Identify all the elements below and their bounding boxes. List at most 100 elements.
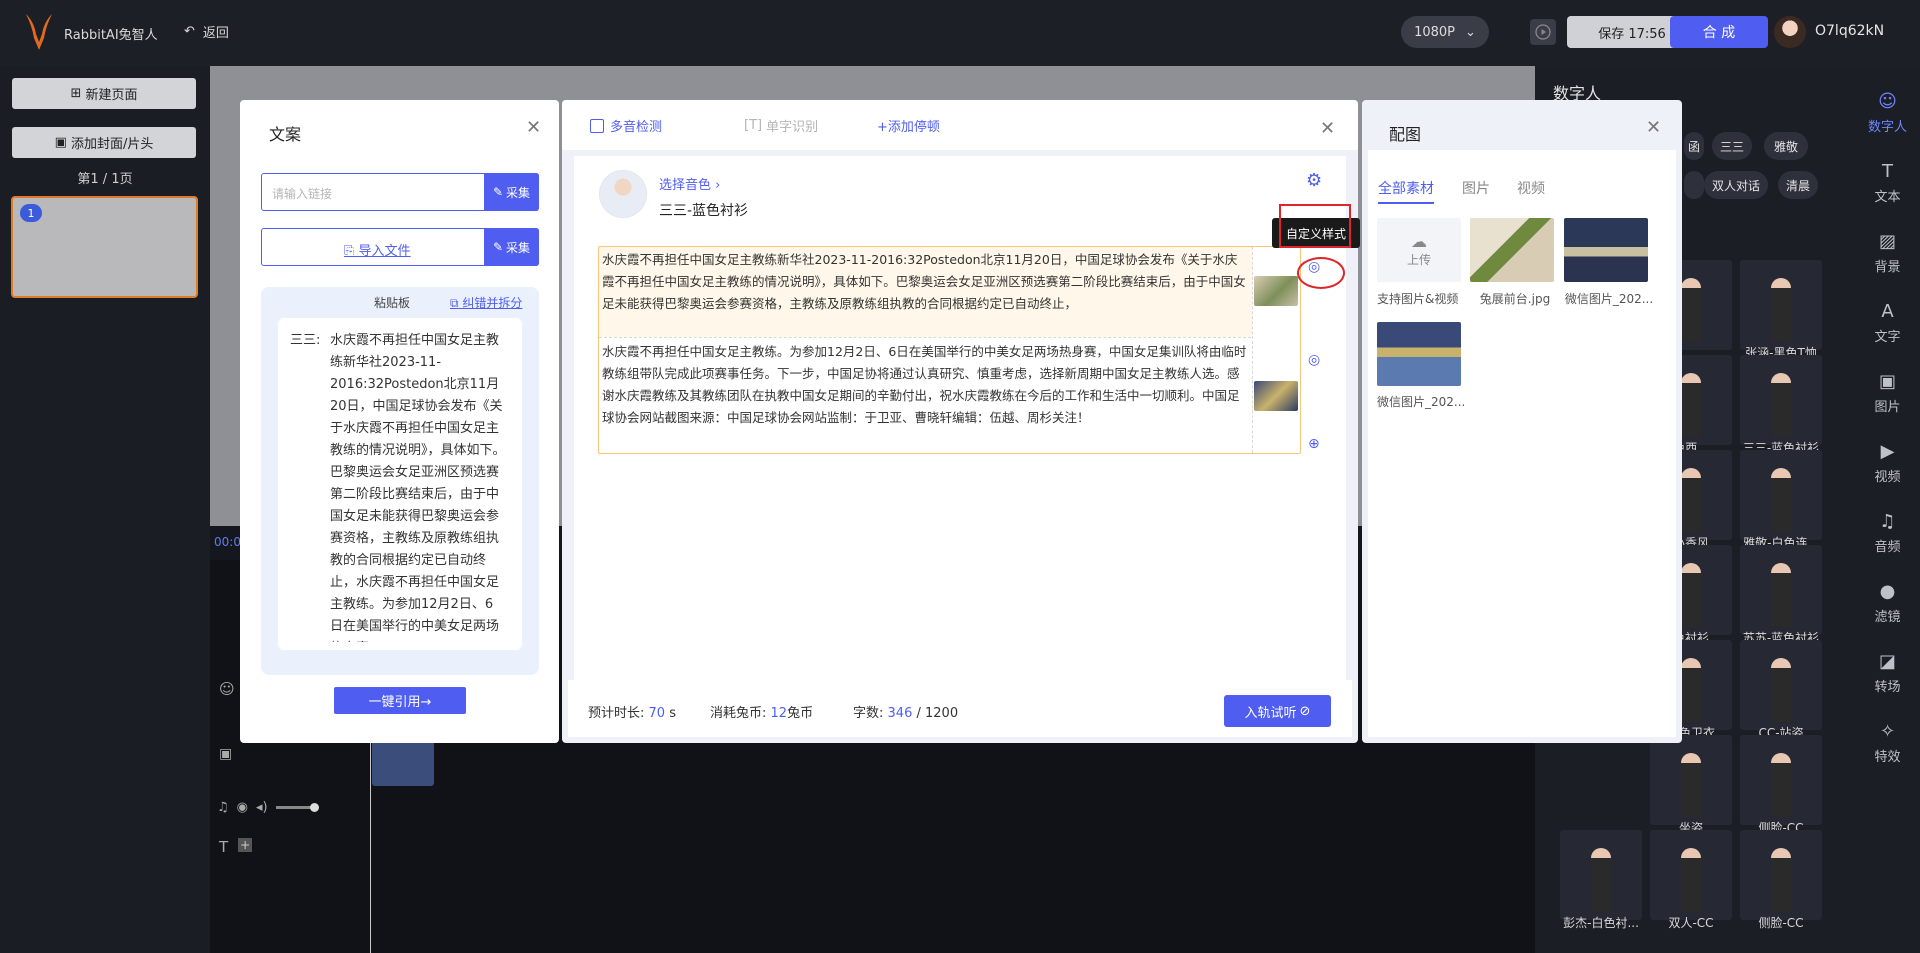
digital-human-card[interactable] — [1740, 640, 1822, 730]
file-icon: ⎘ — [344, 244, 355, 259]
page-thumbnail[interactable]: 1 — [11, 196, 198, 298]
asset-name: 微信图片_202... — [1377, 395, 1466, 409]
resolution-select[interactable]: 1080P ⌄ — [1401, 16, 1489, 48]
edit-icon: ✎ — [492, 185, 504, 199]
digital-human-card[interactable] — [1740, 260, 1822, 350]
segment-2-image[interactable] — [1254, 381, 1298, 411]
import-file-link[interactable]: ⎘ 导入文件 — [344, 240, 411, 259]
new-page-button[interactable]: ⊞ 新建页面 — [12, 78, 196, 109]
close-icon[interactable]: ✕ — [526, 117, 541, 138]
listen-button[interactable]: 入轨试听 ⊘ — [1224, 695, 1331, 727]
filter-tag[interactable]: 函 — [1684, 132, 1704, 160]
eye-icon[interactable]: ◉ — [237, 800, 248, 815]
digital-human-card[interactable] — [1740, 450, 1822, 540]
tab-all-assets[interactable]: 全部素材 — [1378, 178, 1434, 204]
add-segment-icon[interactable]: ⊕ — [1308, 436, 1320, 452]
sidenav-item[interactable]: ▶ 视频 — [1855, 442, 1920, 486]
digital-human-card[interactable] — [1740, 355, 1822, 445]
compose-button[interactable]: 合 成 — [1670, 16, 1768, 48]
username[interactable]: O7lq62kN — [1815, 23, 1884, 39]
sidenav-item[interactable]: T 文本 — [1855, 162, 1920, 206]
page-counter: 第1 / 1页 — [77, 172, 133, 187]
asset-thumbnail[interactable] — [1564, 218, 1648, 282]
rabbit-logo-icon — [26, 14, 52, 50]
text-track-icon[interactable]: T — [219, 838, 228, 856]
script-segment-2[interactable]: 水庆霞不再担任中国女足主教练。为参加12月2日、6日在美国举行的中美女足两场热身… — [602, 341, 1248, 451]
sidenav-label: 视频 — [1874, 470, 1901, 485]
custom-style-icon[interactable]: ◎ — [1308, 352, 1320, 368]
settings-gear-icon[interactable]: ⚙ — [1306, 170, 1322, 191]
image-icon: ▣ — [54, 135, 67, 150]
single-char-button[interactable]: [T] 单字识别 — [744, 116, 818, 135]
asset-thumbnail[interactable] — [1377, 322, 1461, 386]
digital-human-card[interactable] — [1650, 735, 1732, 825]
collect-file-button[interactable]: ✎ 采集 — [484, 228, 539, 266]
fix-split-button[interactable]: ⧉ 纠错并拆分 — [450, 294, 522, 311]
digital-human-figure — [1681, 848, 1701, 912]
checkbox-icon — [590, 118, 604, 133]
close-icon[interactable]: ✕ — [1646, 117, 1661, 138]
collect-button[interactable]: ✎ 采集 — [484, 173, 539, 211]
duration-stat: 预计时长: 70 s — [588, 702, 676, 721]
digital-human-track-icon[interactable]: ☺ — [219, 680, 235, 698]
digital-human-label: 彭杰-白色衬... — [1563, 916, 1639, 930]
sidenav-item[interactable]: ▨ 背景 — [1855, 232, 1920, 276]
sidenav-item[interactable]: ▣ 图片 — [1855, 371, 1920, 416]
sidenav-label: 滤镜 — [1874, 610, 1901, 625]
sidenav-label: 特效 — [1874, 750, 1901, 765]
add-pause-button[interactable]: +添加停顿 — [877, 116, 940, 135]
sidenav-item[interactable]: ◪ 转场 — [1855, 652, 1920, 696]
voice-avatar[interactable] — [599, 170, 647, 218]
tab-videos[interactable]: 视频 — [1517, 178, 1545, 198]
single-char-icon: [T] — [744, 118, 763, 133]
filter-tag[interactable] — [1684, 171, 1704, 199]
script-segment-1[interactable]: 水庆霞不再担任中国女足主教练新华社2023-11-2016:32Postedon… — [602, 249, 1248, 337]
add-cover-button[interactable]: ▣ 添加封面/片头 — [12, 127, 196, 158]
upload-button[interactable]: ☁ 上传 — [1377, 218, 1461, 282]
sidenav-item[interactable]: ✧ 特效 — [1855, 722, 1920, 766]
script-dialog-title: 文案 — [269, 125, 302, 144]
back-button[interactable]: ↶ 返回 — [184, 22, 229, 41]
asset-thumbnail[interactable] — [1470, 218, 1554, 282]
collect-file-label: 采集 — [506, 240, 531, 255]
digital-human-card[interactable] — [1740, 830, 1822, 920]
play-icon — [1535, 24, 1551, 40]
digital-human-figure — [1771, 563, 1791, 627]
timeline-clip[interactable] — [372, 740, 434, 786]
sidenav-icon: A — [1881, 301, 1894, 322]
volume-slider[interactable] — [275, 803, 319, 812]
digital-human-figure — [1771, 658, 1791, 722]
sidenav-icon: ▣ — [1878, 371, 1896, 392]
brand-name: RabbitAI兔智人 — [64, 28, 158, 43]
segment-1-image[interactable] — [1254, 276, 1298, 306]
play-circle-icon: ⊘ — [1299, 703, 1311, 719]
avatar[interactable] — [1774, 16, 1806, 48]
chars-stat: 字数: 346 / 1200 — [853, 702, 958, 721]
sidenav-item[interactable]: A 文字 — [1855, 301, 1920, 346]
digital-human-card[interactable] — [1650, 830, 1732, 920]
video-track-icon[interactable]: ▣ — [219, 746, 232, 762]
sidenav-item[interactable]: ● 滤镜 — [1855, 582, 1920, 626]
quote-all-button[interactable]: 一键引用→ — [334, 687, 466, 714]
volume-icon[interactable]: ◂) — [256, 800, 268, 815]
filter-tag[interactable]: 双人对话 — [1704, 171, 1768, 199]
sidenav-item[interactable]: ☺ 数字人 — [1855, 92, 1920, 136]
page-number-badge: 1 — [20, 204, 42, 222]
choose-voice-button[interactable]: 选择音色 › — [659, 174, 720, 193]
digital-human-card[interactable] — [1560, 830, 1642, 920]
digital-human-card[interactable] — [1740, 545, 1822, 635]
filter-tag[interactable]: 雅敬 — [1764, 132, 1808, 160]
tab-images[interactable]: 图片 — [1462, 178, 1490, 198]
preview-play-button[interactable] — [1530, 19, 1556, 45]
multi-tone-check[interactable]: 多音检测 — [590, 116, 662, 135]
upload-caption: 支持图片&视频 — [1377, 292, 1459, 306]
highlight-box — [1279, 204, 1351, 248]
filter-tag[interactable]: 三三 — [1712, 132, 1752, 160]
digital-human-card[interactable] — [1740, 735, 1822, 825]
headphones-icon[interactable]: ♫ — [217, 800, 229, 815]
add-track-icon[interactable]: + — [238, 838, 253, 852]
digital-human-figure — [1591, 848, 1611, 912]
filter-tag[interactable]: 清晨 — [1778, 171, 1818, 199]
close-icon[interactable]: ✕ — [1320, 118, 1335, 139]
sidenav-item[interactable]: ♫ 音频 — [1855, 512, 1920, 556]
